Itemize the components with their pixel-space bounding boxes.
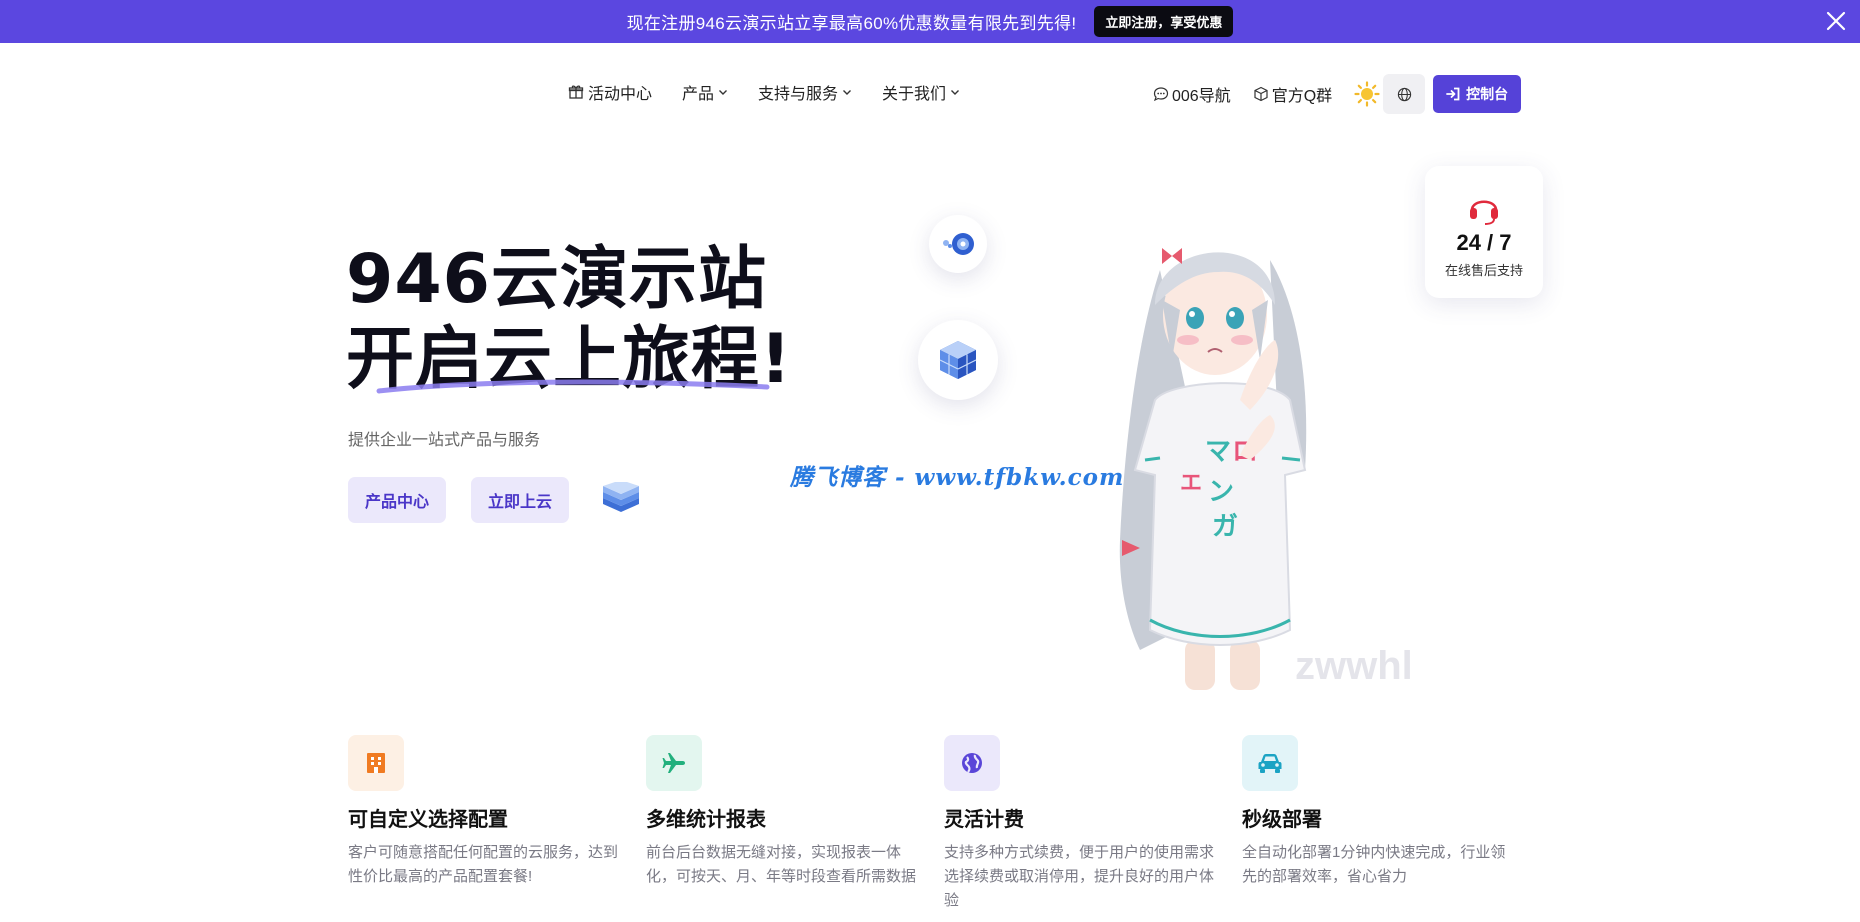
feature-custom-config: 可自定义选择配置 客户可随意搭配任何配置的云服务，达到性价比最高的产品配置套餐! <box>348 735 646 913</box>
car-icon <box>1258 754 1282 773</box>
globe-icon <box>962 753 982 773</box>
login-icon <box>1446 87 1460 101</box>
cloud-disk-icon <box>943 233 974 255</box>
hero-subtitle: 提供企业一站式产品与服务 <box>348 432 541 449</box>
support-hours: 24 / 7 <box>1456 230 1512 255</box>
blocks-icon <box>939 341 977 379</box>
console-label: 控制台 <box>1466 86 1509 102</box>
promo-text: 现在注册946云演示站立享最高60%优惠数量有限先到先得! <box>626 14 1077 33</box>
chevron-down-icon <box>719 90 728 95</box>
title-underline <box>376 379 770 394</box>
nav-label-support: 支持与服务 <box>758 86 839 103</box>
chat-icon <box>1153 87 1169 102</box>
nav-label-about: 关于我们 <box>882 86 947 103</box>
feature-title: 秒级部署 <box>1242 809 1322 831</box>
feature-icon-box <box>348 735 404 791</box>
hero-buttons: 产品中心 立即上云 <box>348 477 643 523</box>
support-card: 24 / 7 在线售后支持 <box>1425 166 1543 298</box>
feature-icon-box <box>646 735 702 791</box>
feature-icon-box <box>944 735 1000 791</box>
nav-label-products: 产品 <box>682 86 715 103</box>
feature-desc: 前台后台数据无缝对接，实现报表一体化，可按天、月、年等时段查看所需数据 <box>646 844 917 885</box>
svg-text:マ: マ <box>1205 437 1231 467</box>
sun-icon[interactable] <box>1354 81 1380 107</box>
promo-register-button[interactable]: 立即注册，享受优惠 <box>1094 6 1234 37</box>
watermark-zwwhl: zwwhl <box>1295 644 1413 688</box>
feature-icon-box <box>1242 735 1298 791</box>
main-nav: 活动中心 产品 支持与服务 关于我们 <box>568 80 960 104</box>
nav-item-006[interactable]: 006导航 <box>1153 82 1231 106</box>
feature-desc: 客户可随意搭配任何配置的云服务，达到性价比最高的产品配置套餐! <box>348 844 619 885</box>
nav-label-activity: 活动中心 <box>588 86 653 103</box>
nav-item-qq-group[interactable]: 官方Q群 <box>1253 82 1332 106</box>
console-button[interactable]: 控制台 <box>1433 75 1522 113</box>
svg-text:ン: ン <box>1208 477 1234 507</box>
feature-flexible-billing: 灵活计费 支持多种方式续费，便于用户的使用需求选择续费或取消停用，提升良好的用户… <box>944 735 1242 913</box>
chevron-down-icon <box>951 90 960 95</box>
feature-multi-report: 多维统计报表 前台后台数据无缝对接，实现报表一体化，可按天、月、年等时段查看所需… <box>646 735 944 913</box>
feature-desc: 支持多种方式续费，便于用户的使用需求选择续费或取消停用，提升良好的用户体验 <box>944 844 1215 909</box>
watermark-tfbkw: 腾飞博客 - www.tfbkw.com <box>790 464 1125 491</box>
support-label: 在线售后支持 <box>1444 263 1523 278</box>
cloud-bubble <box>929 215 987 273</box>
nav-item-about[interactable]: 关于我们 <box>882 80 960 104</box>
close-icon[interactable] <box>1822 7 1850 35</box>
feature-title: 可自定义选择配置 <box>348 809 508 831</box>
nav-label-006: 006导航 <box>1172 88 1231 105</box>
feature-title: 多维统计报表 <box>646 809 766 831</box>
language-button[interactable] <box>1383 74 1426 114</box>
cube-bubble <box>918 320 998 400</box>
plane-icon <box>662 753 685 773</box>
globe-icon <box>1397 87 1411 101</box>
nav-item-products[interactable]: 产品 <box>682 80 728 104</box>
promo-banner: 现在注册946云演示站立享最高60%优惠数量有限先到先得! 立即注册，享受优惠 <box>0 0 1860 43</box>
nav-label-qq-group: 官方Q群 <box>1271 88 1333 105</box>
cube-icon <box>1254 86 1268 102</box>
feature-desc: 全自动化部署1分钟内快速完成，行业领先的部署效率，省心省力 <box>1242 844 1506 885</box>
hero-title-line1: 946云演示站 <box>346 240 767 319</box>
building-icon <box>367 753 385 773</box>
product-center-button[interactable]: 产品中心 <box>348 477 447 523</box>
features-row: 可自定义选择配置 客户可随意搭配任何配置的云服务，达到性价比最高的产品配置套餐!… <box>348 735 1540 913</box>
go-cloud-button[interactable]: 立即上云 <box>471 477 570 523</box>
right-nav: 006导航 官方Q群 控制台 <box>1153 74 1522 114</box>
svg-text:エ: エ <box>1180 471 1202 496</box>
nav-item-support[interactable]: 支持与服务 <box>758 80 852 104</box>
headset-icon <box>1470 200 1498 225</box>
gift-icon <box>568 85 584 99</box>
chevron-down-icon <box>843 90 852 95</box>
anime-character-illustration: マ ロ ン ガ エ <box>1119 248 1307 690</box>
svg-text:ガ: ガ <box>1212 512 1238 542</box>
nav-item-activity[interactable]: 活动中心 <box>568 80 652 104</box>
layers-icon <box>603 482 640 512</box>
feature-fast-deploy: 秒级部署 全自动化部署1分钟内快速完成，行业领先的部署效率，省心省力 <box>1242 735 1540 913</box>
feature-title: 灵活计费 <box>944 809 1024 831</box>
